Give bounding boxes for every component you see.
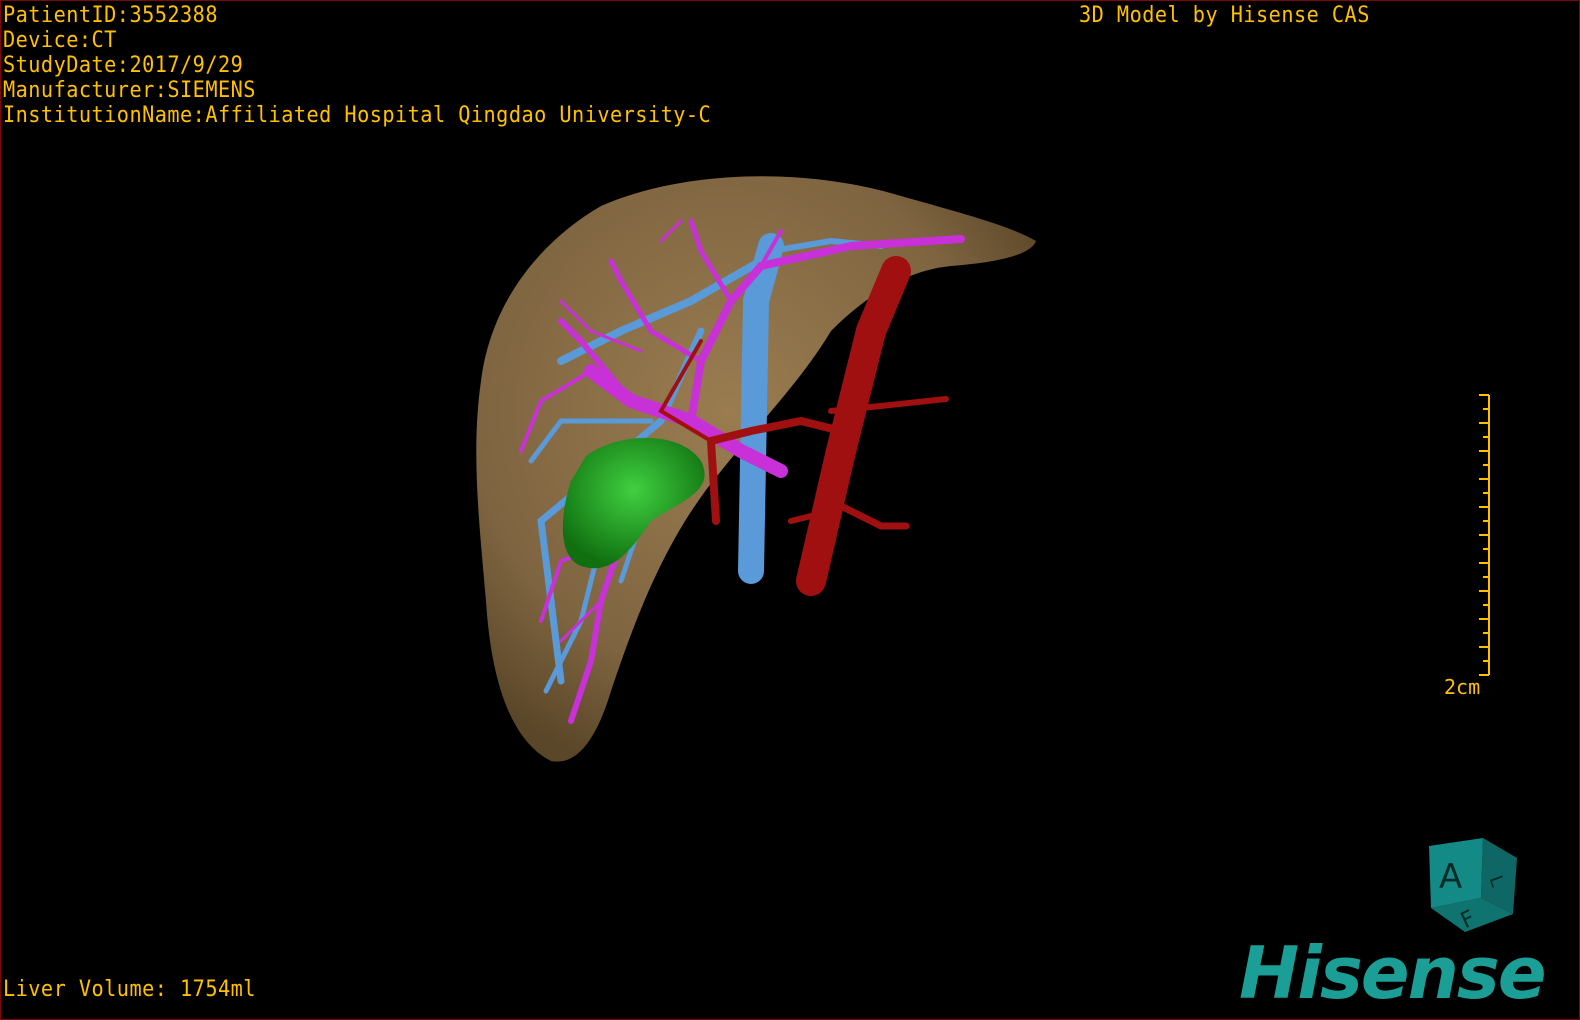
cube-face-a: A: [1439, 857, 1462, 897]
study-date: StudyDate:2017/9/29: [3, 53, 244, 78]
3d-viewport[interactable]: PatientID:3552388 Device:CT StudyDate:2017…: [0, 0, 1580, 1020]
orientation-cube[interactable]: A F L: [1421, 836, 1521, 936]
scale-bar: [1479, 394, 1490, 676]
manufacturer: Manufacturer:SIEMENS: [3, 78, 256, 103]
device: Device:CT: [3, 28, 117, 53]
model-credit: 3D Model by Hisense CAS: [1079, 3, 1370, 28]
patient-info-overlay: PatientID:3552388 Device:CT StudyDate:2017…: [3, 3, 711, 128]
hisense-logo: Hisense: [1239, 931, 1547, 1015]
liver-volume: Liver Volume: 1754ml: [3, 977, 256, 1002]
liver-3d-model[interactable]: [1, 1, 1579, 1019]
scale-bar-label: 2cm: [1444, 675, 1481, 699]
institution-name: InstitutionName:Affiliated Hospital Qing…: [3, 103, 712, 128]
patient-id: PatientID:3552388: [3, 3, 218, 28]
